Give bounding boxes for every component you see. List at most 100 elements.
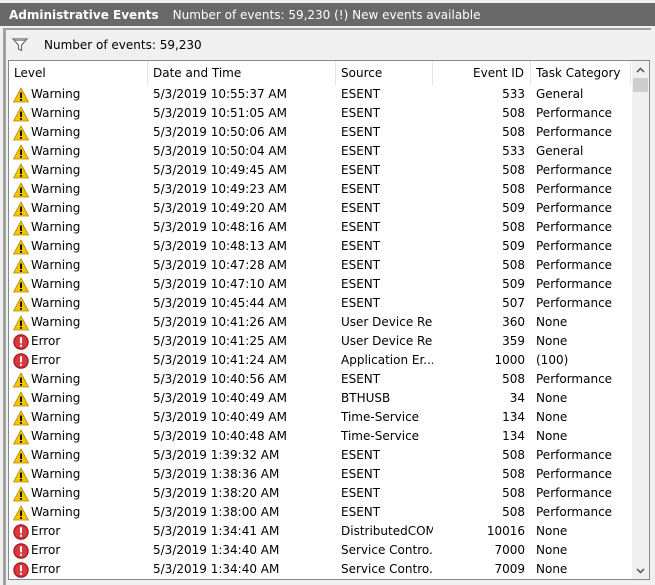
event-row[interactable]: Warning 5/3/2019 10:40:56 AM ESENT 508 Perfo…	[9, 370, 631, 389]
source-cell: ESENT	[341, 125, 381, 139]
task-category-cell: Performance	[536, 258, 613, 272]
events-list[interactable]: Level Date and Time Source Event ID Task…	[8, 60, 650, 580]
date-time-cell: 5/3/2019 1:34:40 AM	[153, 543, 280, 557]
event-row[interactable]: Warning 5/3/2019 10:48:13 AM ESENT 509 Perfo…	[9, 237, 631, 256]
event-id-cell: 508	[502, 163, 525, 177]
level-text: Error	[31, 524, 61, 538]
task-category-cell: None	[536, 562, 568, 576]
source-cell: ESENT	[341, 163, 381, 177]
level-cell: Error	[9, 541, 148, 560]
event-row[interactable]: Warning 5/3/2019 10:50:06 AM ESENT 508 Perfo…	[9, 123, 631, 142]
level-cell: Warning	[9, 237, 148, 256]
task-category-cell: Performance	[536, 125, 613, 139]
column-header-task-category[interactable]: Task Category	[531, 61, 631, 85]
filter-bar: Number of events: 59,230	[6, 30, 651, 60]
source-cell: ESENT	[341, 448, 381, 462]
event-row[interactable]: Warning 5/3/2019 1:38:36 AM ESENT 508 Perfor…	[9, 465, 631, 484]
filter-funnel-icon[interactable]	[12, 38, 28, 52]
level-text: Warning	[31, 391, 81, 405]
scroll-down-button[interactable]	[632, 562, 649, 579]
event-id-cell: 7000	[494, 543, 525, 557]
date-time-cell: 5/3/2019 10:49:45 AM	[153, 163, 287, 177]
event-id-cell: 134	[502, 429, 525, 443]
event-row[interactable]: Warning 5/3/2019 10:55:37 AM ESENT 533 Gener…	[9, 85, 631, 104]
date-time-cell: 5/3/2019 10:49:23 AM	[153, 182, 287, 196]
level-text: Warning	[31, 182, 81, 196]
task-category-cell: Performance	[536, 239, 613, 253]
level-cell: Warning	[9, 370, 148, 389]
event-row[interactable]: Warning 5/3/2019 10:51:05 AM ESENT 508 Perfo…	[9, 104, 631, 123]
event-id-cell: 508	[502, 448, 525, 462]
event-id-cell: 134	[502, 410, 525, 424]
date-time-cell: 5/3/2019 10:50:06 AM	[153, 125, 287, 139]
date-time-cell: 5/3/2019 1:38:20 AM	[153, 486, 280, 500]
event-row[interactable]: Warning 5/3/2019 10:49:23 AM ESENT 508 Perfo…	[9, 180, 631, 199]
view-title-bar: Administrative Events Number of events: …	[0, 3, 655, 26]
event-row[interactable]: Warning 5/3/2019 10:41:26 AM User Device R…	[9, 313, 631, 332]
event-id-cell: 508	[502, 220, 525, 234]
event-row[interactable]: Warning 5/3/2019 1:38:20 AM ESENT 508 Perfor…	[9, 484, 631, 503]
level-cell: Warning	[9, 408, 148, 427]
vertical-scrollbar[interactable]	[632, 61, 649, 579]
task-category-cell: Performance	[536, 201, 613, 215]
task-category-cell: Performance	[536, 505, 613, 519]
event-row[interactable]: Warning 5/3/2019 1:38:00 AM ESENT 508 Perfor…	[9, 503, 631, 522]
level-cell: Warning	[9, 313, 148, 332]
column-header-level[interactable]: Level	[9, 61, 148, 85]
level-cell: Error	[9, 522, 148, 541]
scroll-up-button[interactable]	[632, 61, 649, 78]
warning-icon	[13, 276, 29, 292]
warning-icon	[13, 295, 29, 311]
event-row[interactable]: Error 5/3/2019 1:34:41 AM DistributedCOM 10…	[9, 522, 631, 541]
source-cell: Application Er...	[341, 353, 433, 367]
event-row[interactable]: Error 5/3/2019 10:41:25 AM User Device Re.…	[9, 332, 631, 351]
event-id-cell: 508	[502, 258, 525, 272]
level-text: Error	[31, 562, 61, 576]
event-row[interactable]: Warning 5/3/2019 10:50:04 AM ESENT 533 Gener…	[9, 142, 631, 161]
event-row[interactable]: Warning 5/3/2019 1:39:32 AM ESENT 508 Perfor…	[9, 446, 631, 465]
task-category-cell: General	[536, 144, 584, 158]
event-row[interactable]: Error 5/3/2019 1:34:40 AM Service Contro..…	[9, 541, 631, 560]
column-header-event-id[interactable]: Event ID	[433, 61, 531, 85]
level-cell: Warning	[9, 294, 148, 313]
event-row[interactable]: Warning 5/3/2019 10:49:45 AM ESENT 508 Perfo…	[9, 161, 631, 180]
view-status: Number of events: 59,230 (!) New events …	[172, 7, 481, 22]
event-row[interactable]: Warning 5/3/2019 10:47:10 AM ESENT 509 Perfo…	[9, 275, 631, 294]
event-row[interactable]: Warning 5/3/2019 10:40:49 AM BTHUSB 34 None	[9, 389, 631, 408]
source-cell: ESENT	[341, 486, 381, 500]
source-cell: ESENT	[341, 296, 381, 310]
filter-event-count: Number of events: 59,230	[44, 38, 202, 52]
event-row[interactable]: Warning 5/3/2019 10:45:44 AM ESENT 507 Perfo…	[9, 294, 631, 313]
event-row[interactable]: Warning 5/3/2019 10:40:48 AM Time-Service 1…	[9, 427, 631, 446]
date-time-cell: 5/3/2019 10:40:48 AM	[153, 429, 287, 443]
level-text: Warning	[31, 258, 81, 272]
event-row[interactable]: Error 5/3/2019 10:41:24 AM Application Er.…	[9, 351, 631, 370]
event-row[interactable]: Warning 5/3/2019 10:49:20 AM ESENT 509 Perfo…	[9, 199, 631, 218]
task-category-cell: None	[536, 524, 568, 538]
level-cell: Error	[9, 560, 148, 579]
level-cell: Warning	[9, 180, 148, 199]
warning-icon	[13, 124, 29, 140]
event-id-cell: 533	[502, 144, 525, 158]
event-row[interactable]: Warning 5/3/2019 10:40:49 AM Time-Service 1…	[9, 408, 631, 427]
event-row[interactable]: Warning 5/3/2019 10:48:16 AM ESENT 508 Perfo…	[9, 218, 631, 237]
event-id-cell: 10016	[486, 524, 525, 538]
column-header-date-time[interactable]: Date and Time	[148, 61, 336, 85]
source-cell: BTHUSB	[341, 391, 391, 405]
warning-icon	[13, 238, 29, 254]
source-cell: ESENT	[341, 144, 381, 158]
column-header-source[interactable]: Source	[336, 61, 433, 85]
event-id-cell: 508	[502, 505, 525, 519]
scroll-thumb[interactable]	[633, 78, 648, 92]
level-cell: Warning	[9, 465, 148, 484]
level-text: Warning	[31, 467, 81, 481]
date-time-cell: 5/3/2019 1:34:41 AM	[153, 524, 280, 538]
event-id-cell: 7009	[494, 562, 525, 576]
level-text: Warning	[31, 163, 81, 177]
warning-icon	[13, 86, 29, 102]
task-category-cell: (100)	[536, 353, 569, 367]
event-id-cell: 360	[502, 315, 525, 329]
event-id-cell: 533	[502, 87, 525, 101]
event-row[interactable]: Warning 5/3/2019 10:47:28 AM ESENT 508 Perfo…	[9, 256, 631, 275]
event-row[interactable]: Error 5/3/2019 1:34:40 AM Service Contro..…	[9, 560, 631, 579]
